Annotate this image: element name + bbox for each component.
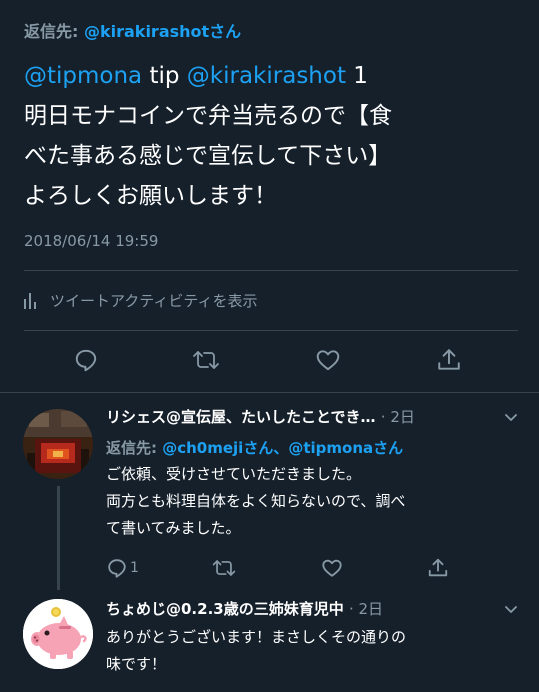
like-button[interactable] bbox=[320, 552, 344, 584]
heart-icon bbox=[316, 350, 340, 371]
mention-kirakirashot-link[interactable]: @kirakirashot bbox=[187, 63, 346, 89]
share-icon bbox=[438, 349, 460, 370]
chevron-down-icon bbox=[505, 606, 517, 613]
tweet-line-3: べた事ある感じで宣伝して下さい】 bbox=[24, 143, 392, 169]
mention-tipmona-link[interactable]: @tipmona bbox=[24, 63, 142, 89]
reply-menu-button[interactable] bbox=[503, 409, 519, 429]
chevron-down-icon bbox=[505, 414, 517, 421]
retweet-button[interactable] bbox=[191, 344, 221, 376]
like-button[interactable] bbox=[314, 344, 342, 376]
tweet-timestamp[interactable]: 2018/06/14 19:59 bbox=[24, 232, 158, 250]
tweet-text-fragment: 1 bbox=[345, 63, 368, 89]
divider bbox=[24, 330, 518, 331]
share-button[interactable] bbox=[427, 552, 449, 584]
avatar[interactable] bbox=[23, 409, 93, 479]
reply-replyto-prefix: 返信先: bbox=[106, 439, 163, 457]
reply-text-line: ご依頼、受けさせていただきました。 bbox=[106, 465, 362, 483]
reply-icon bbox=[75, 349, 97, 372]
avatar[interactable] bbox=[23, 599, 93, 669]
reply-to-handle-link[interactable]: @kirakirashotさん bbox=[84, 22, 241, 41]
tweet-activity-link[interactable]: ツイートアクティビティを表示 bbox=[24, 288, 257, 312]
reply-to-line: 返信先: @kirakirashotさん bbox=[24, 18, 241, 42]
reply-text: ありがとうございます！まさしくその通りの 味です！ bbox=[106, 624, 526, 678]
divider bbox=[0, 392, 539, 393]
reply-text-line: て書いてみました。 bbox=[106, 519, 241, 537]
reply-replyto-line: 返信先: @ch0mejiさん、@tipmonaさん bbox=[106, 437, 403, 458]
reply-replyto-handles[interactable]: @ch0mejiさん、@tipmonaさん bbox=[162, 439, 403, 457]
avatar-photo bbox=[23, 409, 93, 479]
share-icon bbox=[428, 558, 448, 577]
tweet-line-1: @tipmona tip @kirakirashot 1 bbox=[24, 56, 524, 96]
reply-to-prefix: 返信先: bbox=[24, 22, 84, 41]
tweet-actions bbox=[0, 344, 539, 376]
heart-icon bbox=[322, 559, 342, 577]
reply-text-line: ありがとうございます！まさしくその通りの bbox=[106, 628, 407, 646]
reply-header[interactable]: リシェス@宣伝屋、たいしたことでき… · 2日 bbox=[106, 406, 415, 427]
reply-header[interactable]: ちょめじ@0.2.3歳の三姉妹育児中 · 2日 bbox=[106, 598, 383, 619]
reply-menu-button[interactable] bbox=[503, 601, 519, 621]
retweet-icon bbox=[212, 560, 236, 576]
tweet-line-4: よろしくお願いします！ bbox=[24, 183, 277, 209]
reply-time: · 2日 bbox=[348, 600, 384, 618]
retweet-icon bbox=[193, 351, 219, 369]
reply-button[interactable]: 1 bbox=[106, 552, 139, 584]
reply-actions: 1 bbox=[0, 552, 539, 584]
reply-count: 1 bbox=[130, 560, 139, 576]
tweet-activity-label: ツイートアクティビティを表示 bbox=[50, 291, 258, 310]
reply-time: · 2日 bbox=[380, 408, 415, 426]
bar-chart-icon bbox=[24, 293, 36, 309]
tweet-text: @tipmona tip @kirakirashot 1 明日モナコインで弁当売… bbox=[24, 56, 524, 216]
piggy-bank-icon bbox=[23, 599, 93, 669]
reply-text-line: 味です！ bbox=[106, 655, 167, 673]
share-button[interactable] bbox=[436, 344, 462, 376]
reply-icon bbox=[108, 559, 126, 578]
retweet-button[interactable] bbox=[211, 552, 237, 584]
reply-button[interactable] bbox=[73, 344, 99, 376]
reply-text-line: 両方とも料理自体をよく知らないので、調べ bbox=[106, 492, 406, 510]
reply-text: ご依頼、受けさせていただきました。 両方とも料理自体をよく知らないので、調べ て… bbox=[106, 461, 526, 542]
reply-author-name: リシェス@宣伝屋、たいしたことでき… bbox=[106, 408, 376, 426]
reply-author-name: ちょめじ@0.2.3歳の三姉妹育児中 bbox=[106, 600, 344, 618]
divider bbox=[24, 270, 518, 271]
tweet-line-2: 明日モナコインで弁当売るので【食 bbox=[24, 103, 392, 129]
tweet-text-fragment: tip bbox=[142, 63, 187, 89]
